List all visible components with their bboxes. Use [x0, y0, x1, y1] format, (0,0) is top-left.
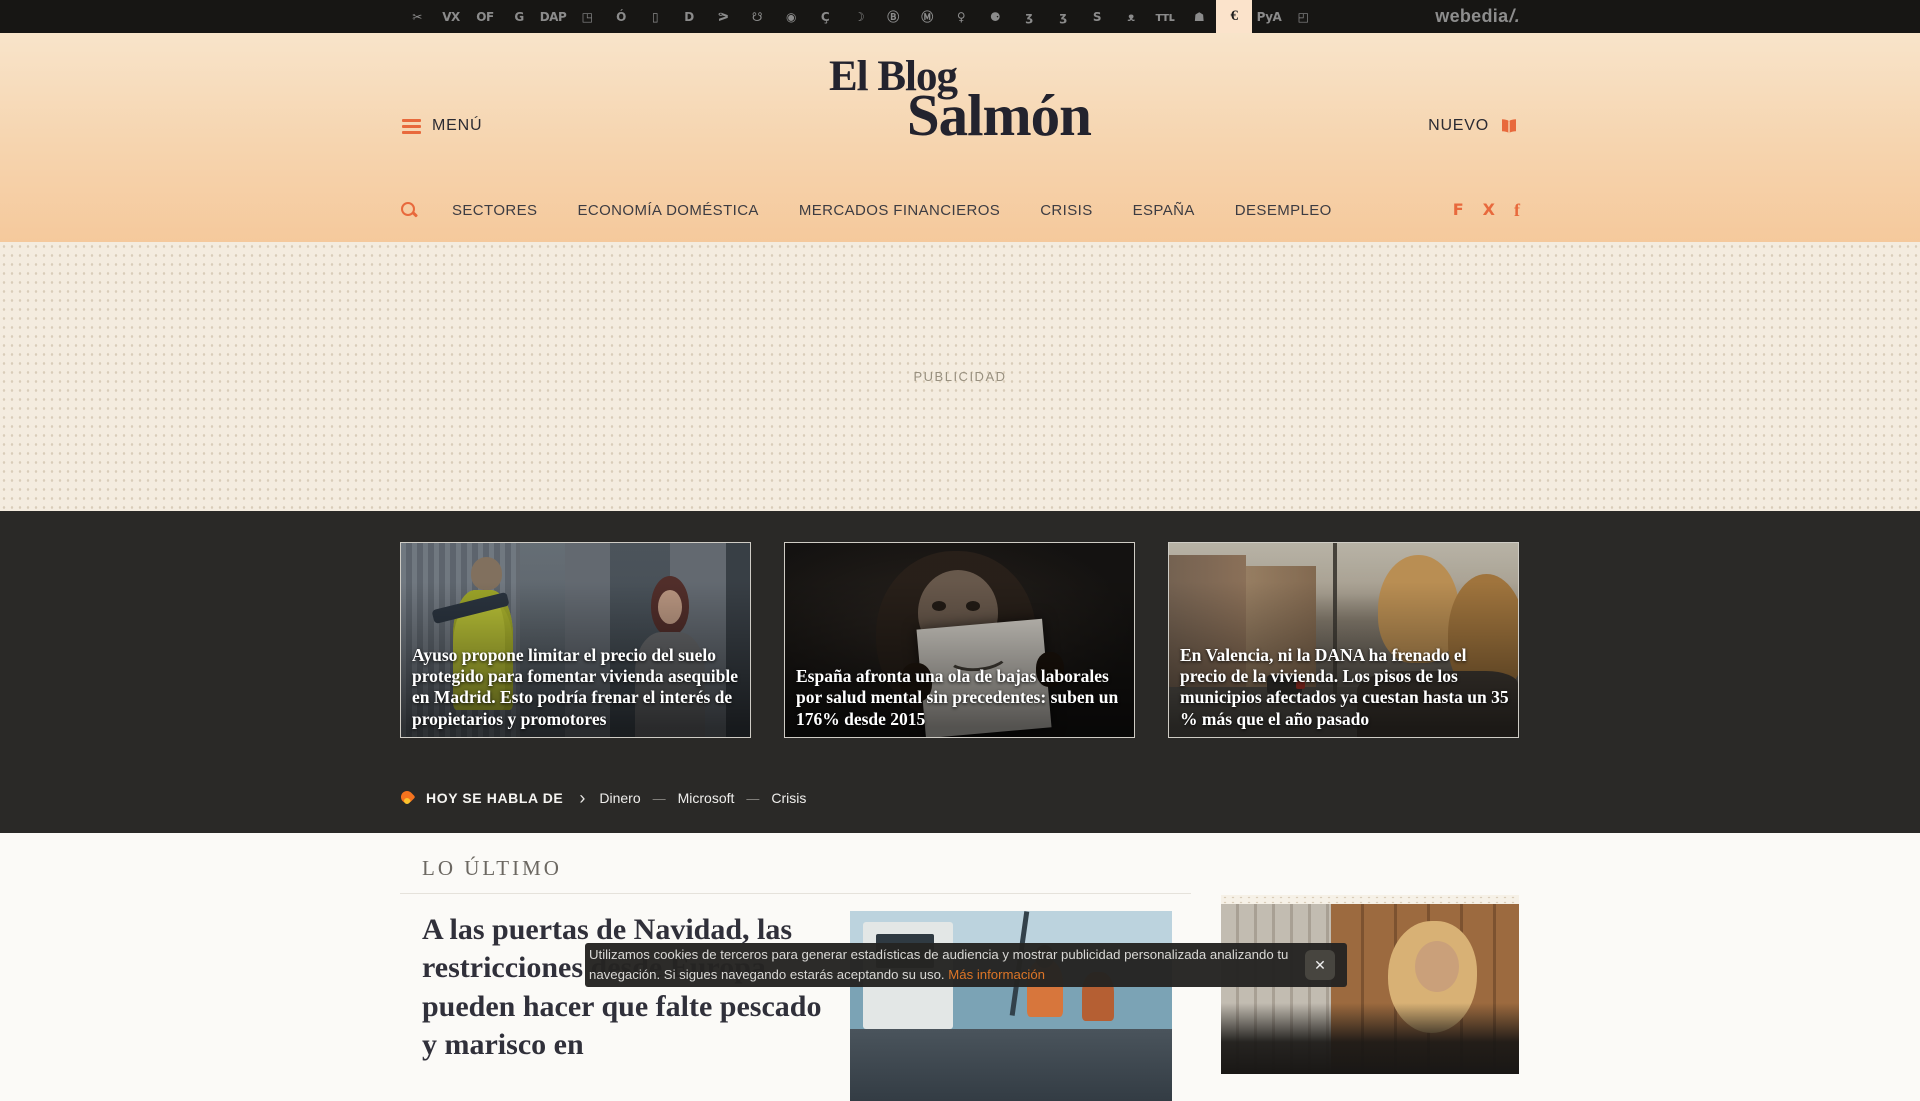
nav-item-sectores[interactable]: SECTORES	[452, 202, 537, 219]
vx-site-icon[interactable]: VX	[434, 0, 468, 33]
letter-s-icon[interactable]: S	[1080, 0, 1114, 33]
menu-label: MENÚ	[432, 117, 482, 135]
scissors-icon[interactable]: ✂	[400, 0, 434, 33]
network-topbar: ✂ VX OF G DAP ◳ Ó ▯ D ᕗ ☋ ◉ Ç ☽ Ⓑ Ⓜ ♀ ⚈ …	[0, 0, 1920, 33]
letter-d-icon[interactable]: D	[672, 0, 706, 33]
featured-card-bajas-laborales[interactable]: España afronta una ola de bajas laborale…	[784, 542, 1135, 738]
android-icon[interactable]: ☋	[740, 0, 774, 33]
nav-item-mercados-financieros[interactable]: MERCADOS FINANCIEROS	[799, 202, 1000, 219]
section-divider	[400, 893, 1191, 894]
topic-link-crisis[interactable]: Crisis	[771, 790, 806, 806]
webedia-brand-text: webedia	[1435, 6, 1508, 27]
droplet-a-icon[interactable]: Ó	[604, 0, 638, 33]
article-thumbnail-fishing-boat[interactable]	[850, 911, 1172, 1101]
section-title-lo-ultimo: LO ÚLTIMO	[422, 856, 1191, 881]
sidebar-thumbnail-video[interactable]	[1221, 904, 1519, 1074]
facebook-icon[interactable]: f	[1514, 201, 1520, 219]
fire-icon	[400, 790, 414, 807]
shopping-bag-icon[interactable]: ◳	[570, 0, 604, 33]
smartphone-icon[interactable]: ▯	[638, 0, 672, 33]
article-title[interactable]: A las puertas de Navidad, las restriccio…	[422, 911, 834, 1101]
topic-separator: —	[653, 791, 666, 806]
cookie-line-2: navegación. Si sigues navegando estarás …	[589, 967, 945, 982]
g-site-icon[interactable]: G	[502, 0, 536, 33]
cookie-close-button[interactable]: ✕	[1305, 950, 1335, 980]
nuevo-button[interactable]: NUEVO	[1428, 117, 1518, 135]
nav-item-crisis[interactable]: CRISIS	[1040, 202, 1092, 219]
hoy-label: HOY SE HABLA DE	[426, 790, 563, 806]
swoosh-alt-icon[interactable]: ʒ	[1046, 0, 1080, 33]
x-twitter-icon[interactable]: X	[1483, 202, 1495, 218]
featured-card-valencia-dana[interactable]: En Valencia, ni la DANA ha frenado el pr…	[1168, 542, 1519, 738]
network-sites-row: ✂ VX OF G DAP ◳ Ó ▯ D ᕗ ☋ ◉ Ç ☽ Ⓑ Ⓜ ♀ ⚈ …	[400, 0, 1320, 33]
football-icon[interactable]: ⚈	[978, 0, 1012, 33]
cookie-line-1: Utilizamos cookies de terceros para gene…	[589, 947, 1288, 962]
topic-link-microsoft[interactable]: Microsoft	[678, 790, 735, 806]
mas-informacion-link[interactable]: Más información	[948, 967, 1045, 982]
cookie-banner: Utilizamos cookies de terceros para gene…	[585, 943, 1347, 987]
circle-b-icon[interactable]: Ⓑ	[876, 0, 910, 33]
ttl-icon[interactable]: ᴛᴛʟ	[1148, 0, 1182, 33]
lollipop-icon[interactable]: ♀	[944, 0, 978, 33]
site-header: MENÚ El Blog Salmón NUEVO SECTORES ECONO…	[0, 33, 1920, 242]
card-title[interactable]: En Valencia, ni la DANA ha frenado el pr…	[1180, 645, 1510, 730]
nav-items: SECTORES ECONOMÍA DOMÉSTICA MERCADOS FIN…	[452, 202, 1332, 219]
featured-cards-row: Ayuso propone limitar el precio del suel…	[400, 511, 1520, 738]
cookie-message: Utilizamos cookies de terceros para gene…	[589, 945, 1289, 986]
animal-face-icon[interactable]: ᴥ	[1114, 0, 1148, 33]
hoy-se-habla-de-breadcrumb: HOY SE HABLA DE › Dinero — Microsoft — C…	[400, 788, 1520, 808]
book-icon	[1500, 119, 1518, 134]
topic-separator: —	[746, 791, 759, 806]
site-logo[interactable]: El Blog Salmón	[829, 55, 1091, 145]
el-blog-salmon-euro-icon[interactable]: €	[1216, 0, 1252, 33]
ad-banner: PUBLICIDAD	[0, 242, 1920, 511]
pymes-autonomos-icon[interactable]: PyA	[1252, 0, 1286, 33]
runner-icon[interactable]: ᕗ	[706, 0, 740, 33]
nav-item-economia-domestica[interactable]: ECONOMÍA DOMÉSTICA	[577, 202, 758, 219]
dap-site-icon[interactable]: DAP	[536, 0, 570, 33]
nuevo-label: NUEVO	[1428, 117, 1489, 135]
menu-button[interactable]: MENÚ	[402, 117, 482, 135]
clamp-c-icon[interactable]: Ç	[808, 0, 842, 33]
ear-icon[interactable]: ☽	[842, 0, 876, 33]
helmet-icon[interactable]: ☗	[1182, 0, 1216, 33]
card-title[interactable]: Ayuso propone limitar el precio del suel…	[412, 645, 742, 730]
topic-link-dinero[interactable]: Dinero	[599, 790, 640, 806]
backpack-icon[interactable]: ◰	[1286, 0, 1320, 33]
chevron-right-icon: ›	[579, 789, 585, 807]
circle-m-icon[interactable]: Ⓜ	[910, 0, 944, 33]
nav-item-espana[interactable]: ESPAÑA	[1133, 202, 1195, 219]
webedia-logo[interactable]: webedia/.	[1435, 0, 1520, 33]
hamburger-icon	[402, 119, 421, 134]
swoosh-icon[interactable]: ʒ	[1012, 0, 1046, 33]
search-icon[interactable]	[400, 201, 418, 219]
sidebar-ad-pattern	[1221, 895, 1519, 904]
card-title[interactable]: España afronta una ola de bajas laborale…	[796, 666, 1126, 730]
of-site-icon[interactable]: OF	[468, 0, 502, 33]
camera-lens-icon[interactable]: ◉	[774, 0, 808, 33]
webedia-slash: /.	[1509, 6, 1520, 27]
publicidad-label: PUBLICIDAD	[913, 369, 1006, 384]
social-links: F X f	[1453, 201, 1520, 219]
main-nav: SECTORES ECONOMÍA DOMÉSTICA MERCADOS FIN…	[400, 198, 1520, 222]
lead-article: A las puertas de Navidad, las restriccio…	[400, 911, 1191, 1101]
featured-section: Ayuso propone limitar el precio del suel…	[0, 511, 1920, 833]
nav-item-desempleo[interactable]: DESEMPLEO	[1235, 202, 1332, 219]
flipboard-icon[interactable]: F	[1453, 202, 1464, 218]
featured-card-ayuso[interactable]: Ayuso propone limitar el precio del suel…	[400, 542, 751, 738]
